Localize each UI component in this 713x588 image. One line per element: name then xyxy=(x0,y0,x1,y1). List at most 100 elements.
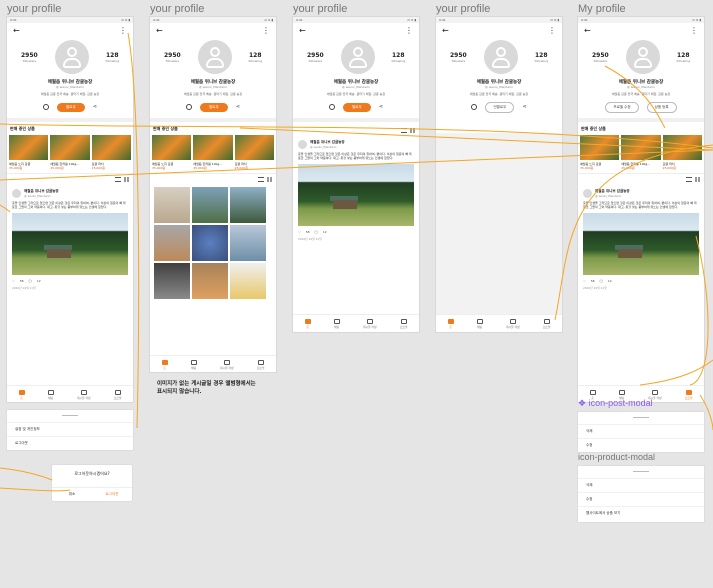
chat-icon[interactable] xyxy=(186,104,193,110)
chat-icon[interactable] xyxy=(43,104,50,110)
product-item[interactable]: 애월읍 노지 감귤 35,000원 xyxy=(9,135,49,170)
nav-profile[interactable]: 프로필 xyxy=(400,318,407,329)
edit-profile-button[interactable]: 프로필 수정 xyxy=(605,101,639,113)
product-view-web-item[interactable]: 웹사이트에서 상품 보기 xyxy=(578,506,704,520)
album-thumb[interactable] xyxy=(192,187,228,223)
phone-profile-no-products: 9:41 ıll ≋ ▮ ← ⋮ 2950 followers 128 followin… xyxy=(293,17,419,332)
followers-label: followers xyxy=(593,58,608,63)
more-vertical-icon[interactable]: ⋮ xyxy=(119,26,127,35)
nav-home[interactable]: 홈 xyxy=(447,318,454,329)
album-thumb[interactable] xyxy=(154,263,190,299)
product-edit-item[interactable]: 수정 xyxy=(578,492,704,506)
nav-home[interactable]: 홈 xyxy=(304,318,311,329)
share-icon[interactable]: ⋖ xyxy=(522,104,526,110)
nav-home[interactable]: 홈 xyxy=(18,389,25,400)
nav-write[interactable]: 게시물 작성 xyxy=(220,359,234,370)
album-thumb[interactable] xyxy=(154,225,190,261)
back-arrow-icon[interactable]: ← xyxy=(442,26,449,35)
list-view-icon[interactable] xyxy=(258,177,264,182)
post-modal-label: ❖ icon-post-modal xyxy=(578,398,653,408)
nav-chat[interactable]: 채팅 xyxy=(476,318,483,329)
album-view-icon[interactable] xyxy=(267,177,272,182)
comment-icon[interactable]: ◯ xyxy=(29,279,32,283)
like-count: 58 xyxy=(590,279,595,283)
nav-profile[interactable]: 프로필 xyxy=(257,359,264,370)
list-view-icon[interactable] xyxy=(401,128,407,133)
more-vertical-icon[interactable]: ⋮ xyxy=(548,26,556,35)
post-card: 애월읍 위니브 감귤농장 @ weniv_Mandarin 옷을 인생을 그러므로… xyxy=(578,185,704,294)
follow-button[interactable]: 팔로우 xyxy=(57,102,85,112)
nav-chat[interactable]: 채팅 xyxy=(47,389,54,400)
status-icons: ıll ≋ ▮ xyxy=(121,18,130,22)
product-item[interactable]: 감귤 파치 25,000원 xyxy=(662,135,702,170)
nav-write[interactable]: 게시물 작성 xyxy=(506,318,520,329)
back-arrow-icon[interactable]: ← xyxy=(156,26,163,35)
product-item[interactable]: 애월읍 한라봉 10kg... 45,000원 xyxy=(621,135,661,170)
product-item[interactable]: 애월읍 한라봉 10kg... 45,000원 xyxy=(50,135,90,170)
list-view-icon[interactable] xyxy=(115,177,121,182)
album-view-icon[interactable] xyxy=(124,177,129,182)
followers-stat[interactable]: 2950 followers xyxy=(21,52,38,63)
more-vertical-icon[interactable]: ⋮ xyxy=(262,26,270,35)
album-view-icon[interactable] xyxy=(410,128,415,133)
album-thumb[interactable] xyxy=(192,225,228,261)
more-vertical-icon[interactable]: ⋮ xyxy=(690,26,698,35)
add-product-button[interactable]: 상품 등록 xyxy=(646,101,677,113)
edit-icon xyxy=(80,389,87,395)
post-edit-item[interactable]: 수정 xyxy=(578,438,704,452)
nav-chat[interactable]: 채팅 xyxy=(190,359,197,370)
followers-count: 2950 xyxy=(307,51,324,59)
comment-icon[interactable]: ◯ xyxy=(315,230,318,234)
product-delete-item[interactable]: 삭제 xyxy=(578,478,704,492)
user-icon xyxy=(543,318,550,324)
heart-icon[interactable]: ♡ xyxy=(12,279,15,283)
share-icon[interactable]: ⋖ xyxy=(236,104,240,110)
nav-profile[interactable]: 프로필 xyxy=(685,389,692,400)
logout-menu-item[interactable]: 로그아웃 xyxy=(7,436,133,450)
product-price: 25,000원 xyxy=(234,166,248,170)
nav-write[interactable]: 게시물 작성 xyxy=(363,318,377,329)
post-handle: @ weniv_Mandarin xyxy=(24,194,51,198)
settings-menu-item[interactable]: 설정 및 개인정보 xyxy=(7,422,133,436)
more-vertical-icon[interactable]: ⋮ xyxy=(405,26,413,35)
nav-profile[interactable]: 프로필 xyxy=(114,389,121,400)
back-arrow-icon[interactable]: ← xyxy=(299,26,306,35)
album-thumb[interactable] xyxy=(154,187,190,223)
follow-button[interactable]: 팔로우 xyxy=(343,102,371,112)
unfollow-button[interactable]: 언팔로우 xyxy=(485,101,515,113)
following-stat[interactable]: 128 following xyxy=(105,52,119,63)
nav-profile[interactable]: 프로필 xyxy=(543,318,550,329)
share-icon[interactable]: ⋖ xyxy=(93,104,97,110)
album-caption: 이미지가 없는 게시글일 경우 앨범형에서는 표시되지 않습니다. xyxy=(157,380,256,396)
chat-icon[interactable] xyxy=(471,104,478,110)
nav-write[interactable]: 게시물 작성 xyxy=(77,389,91,400)
heart-icon[interactable]: ♡ xyxy=(298,230,301,234)
album-thumb[interactable] xyxy=(192,263,228,299)
product-item[interactable]: 감귤 파치 25,000원 xyxy=(234,135,274,170)
logout-confirm-button[interactable]: 로그아웃 xyxy=(92,488,132,501)
back-arrow-icon[interactable]: ← xyxy=(13,26,20,35)
list-view-icon[interactable] xyxy=(686,177,692,182)
products-section-title: 판매 중인 상품 xyxy=(10,126,35,131)
product-item[interactable]: 감귤 파치 25,000원 xyxy=(91,135,131,170)
comment-icon[interactable]: ◯ xyxy=(600,279,603,283)
chat-icon[interactable] xyxy=(329,104,336,110)
cancel-button[interactable]: 취소 xyxy=(52,488,92,501)
follow-button[interactable]: 팔로우 xyxy=(200,102,228,112)
back-arrow-icon[interactable]: ← xyxy=(584,26,591,35)
nav-home[interactable]: 홈 xyxy=(161,359,168,370)
share-icon[interactable]: ⋖ xyxy=(379,104,383,110)
album-thumb[interactable] xyxy=(230,263,266,299)
following-label: following xyxy=(676,58,690,63)
edit-icon xyxy=(651,389,658,395)
album-view-icon[interactable] xyxy=(695,177,700,182)
product-item[interactable]: 애월읍 노지 감귤 35,000원 xyxy=(580,135,620,170)
album-thumb[interactable] xyxy=(230,187,266,223)
heart-icon[interactable]: ♡ xyxy=(583,279,586,283)
product-item[interactable]: 애월읍 노지 감귤 35,000원 xyxy=(152,135,192,170)
album-thumb[interactable] xyxy=(230,225,266,261)
nav-chat[interactable]: 채팅 xyxy=(333,318,340,329)
post-delete-item[interactable]: 삭제 xyxy=(578,424,704,438)
product-item[interactable]: 애월읍 한라봉 10kg... 45,000원 xyxy=(193,135,233,170)
phone-profile-list: 9:41 ıll ≋ ▮ ← ⋮ 2950 followers 128 followin… xyxy=(7,17,133,402)
